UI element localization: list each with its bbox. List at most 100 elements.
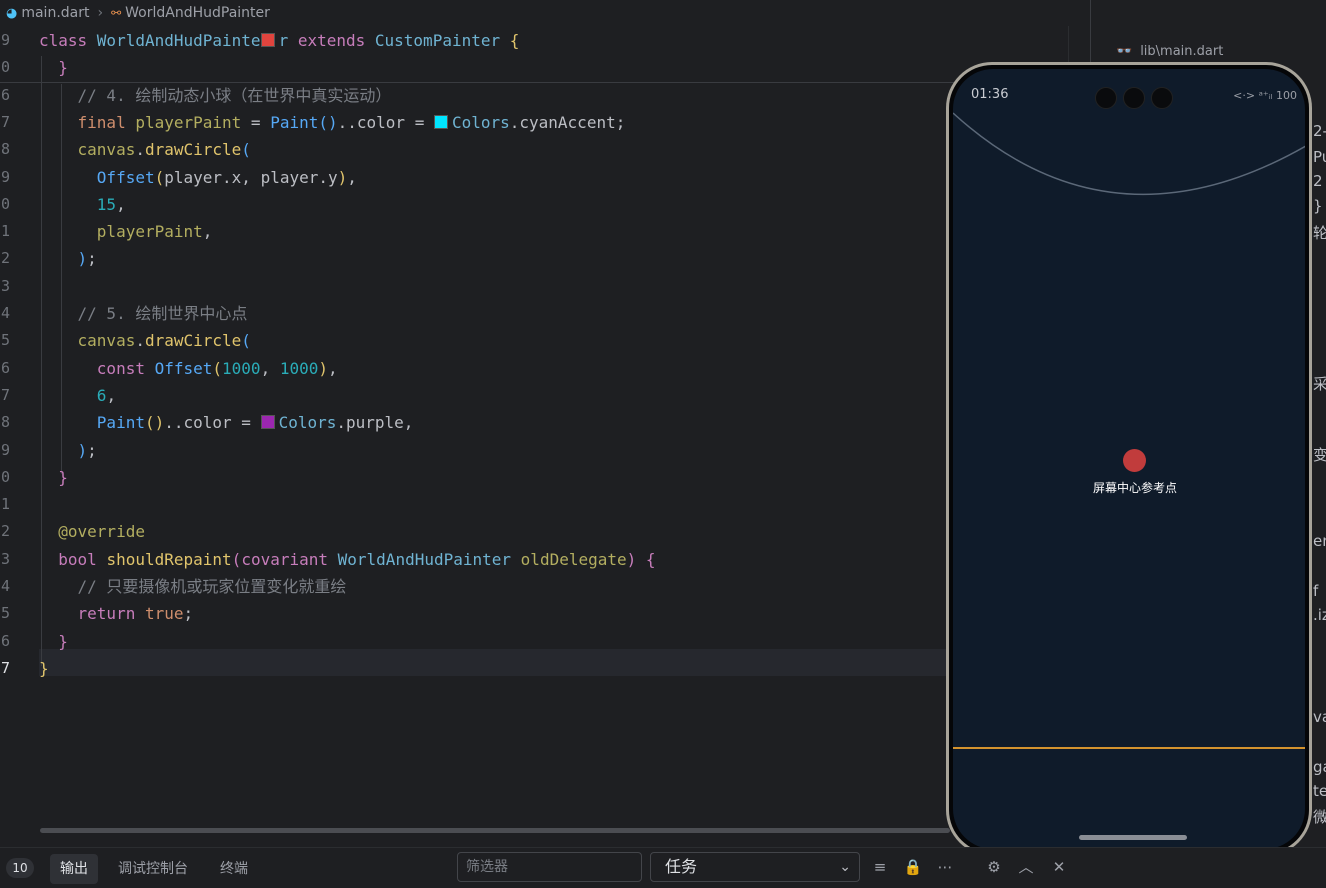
right-panel-path-label: lib\main.dart	[1140, 44, 1224, 59]
code-token: .cyanAccent;	[509, 112, 626, 132]
line-number: 3	[0, 276, 10, 295]
line-number: 6	[0, 358, 10, 377]
code-token: covariant	[241, 549, 338, 569]
chevron-up-icon[interactable]: ︿	[1015, 856, 1037, 878]
code-token: CustomPainter	[374, 31, 510, 50]
clear-output-icon[interactable]: ≡	[869, 856, 891, 878]
code-token: r	[278, 31, 298, 50]
line-number: 9	[0, 440, 10, 459]
code-text: 15,	[39, 191, 126, 218]
code-token: }	[58, 58, 68, 78]
code-text: }	[39, 655, 49, 682]
right-panel-text: ga	[1313, 758, 1326, 776]
code-token: const	[96, 358, 155, 378]
code-text: );	[39, 245, 97, 272]
code-token: (	[212, 358, 223, 378]
line-number: 2	[0, 249, 10, 268]
code-token: .	[135, 140, 145, 160]
code-text: return true;	[39, 600, 194, 627]
code-token: ,	[116, 194, 126, 214]
code-token: ;	[87, 440, 97, 460]
line-number: 1	[0, 495, 10, 514]
right-panel-text: f	[1313, 582, 1319, 600]
tab-output[interactable]: 输出	[50, 854, 98, 884]
code-token: ,	[106, 385, 117, 405]
code-text: }	[39, 54, 68, 81]
right-panel-text: 2-	[1313, 122, 1326, 140]
hud-line	[953, 747, 1305, 749]
code-text: bool shouldRepaint(covariant WorldAndHud…	[39, 546, 655, 573]
code-token: )	[318, 358, 328, 378]
line-number: 0	[0, 467, 10, 486]
line-number: 8	[0, 413, 10, 432]
code-token: ,	[202, 222, 213, 242]
code-token: oldDelegate	[520, 549, 627, 569]
bottom-panel-bar: 10 输出 调试控制台 终端 筛选器 任务 ⌄ ≡ 🔒 ⋯ ⚙ ︿ ✕	[0, 847, 1326, 888]
code-token: ,	[347, 167, 357, 187]
code-text: canvas.drawCircle(	[39, 327, 251, 354]
breadcrumb-file[interactable]: main.dart	[21, 5, 89, 21]
code-token: ;	[183, 604, 194, 624]
code-text: const Offset(1000, 1000),	[39, 355, 338, 382]
tab-debug-console[interactable]: 调试控制台	[108, 854, 198, 884]
code-token: }	[39, 658, 49, 678]
code-token: }	[58, 467, 68, 487]
code-token: .purple,	[336, 413, 414, 433]
code-text: );	[39, 437, 97, 464]
right-panel-text: }	[1313, 197, 1323, 215]
line-number: 6	[0, 85, 10, 104]
code-token: (	[241, 140, 251, 160]
code-token: class	[39, 31, 97, 50]
code-token: Offset	[154, 358, 213, 378]
code-token: return	[77, 604, 145, 624]
code-text: @override	[39, 518, 145, 545]
problems-badge[interactable]: 10	[6, 858, 34, 878]
tab-terminal[interactable]: 终端	[210, 854, 258, 884]
code-token: 6	[96, 385, 107, 405]
code-editor[interactable]: 9 class WorldAndHudPainte r extends Custom…	[0, 26, 1088, 831]
line-number: 7	[0, 658, 10, 677]
filter-input[interactable]: 筛选器	[457, 852, 642, 882]
code-token: extends	[297, 31, 375, 50]
code-text: // 4. 绘制动态小球（在世界中真实运动）	[39, 82, 392, 109]
horizontal-scrollbar[interactable]	[40, 828, 950, 833]
line-number: 0	[0, 194, 10, 213]
lock-icon[interactable]: 🔒	[902, 856, 924, 878]
code-token: WorldAndHudPainter	[337, 549, 521, 569]
code-token: Colors	[451, 112, 510, 132]
code-token: player.x, player.y	[164, 167, 338, 187]
code-token: =	[250, 112, 271, 132]
phone-screen[interactable]: 01:36 <·> ᵃ⁺ᵢₗ 100 屏幕中心参考点	[953, 69, 1305, 849]
status-time: 01:36	[971, 87, 1009, 102]
line-number: 5	[0, 604, 10, 623]
code-token: ()	[318, 112, 338, 132]
code-token: canvas	[77, 140, 136, 160]
right-panel-text: va	[1313, 708, 1326, 726]
code-token: ()	[144, 413, 165, 433]
task-select[interactable]: 任务 ⌄	[650, 852, 860, 882]
more-icon[interactable]: ⋯	[934, 856, 956, 878]
settings-sliders-icon[interactable]: ⚙	[983, 856, 1005, 878]
line-number: 5	[0, 331, 10, 350]
breadcrumb-symbol[interactable]: WorldAndHudPainter	[125, 5, 270, 21]
phone-emulator: 01:36 <·> ᵃ⁺ᵢₗ 100 屏幕中心参考点	[946, 62, 1312, 856]
chevron-right-icon: ›	[97, 5, 104, 21]
home-indicator[interactable]	[1079, 835, 1187, 840]
line-number: 6	[0, 631, 10, 650]
close-icon[interactable]: ✕	[1048, 856, 1070, 878]
camera-icon	[1123, 87, 1145, 109]
line-number: 0	[0, 58, 10, 77]
code-token: Colors	[278, 413, 337, 433]
line-number: 9	[0, 31, 10, 49]
